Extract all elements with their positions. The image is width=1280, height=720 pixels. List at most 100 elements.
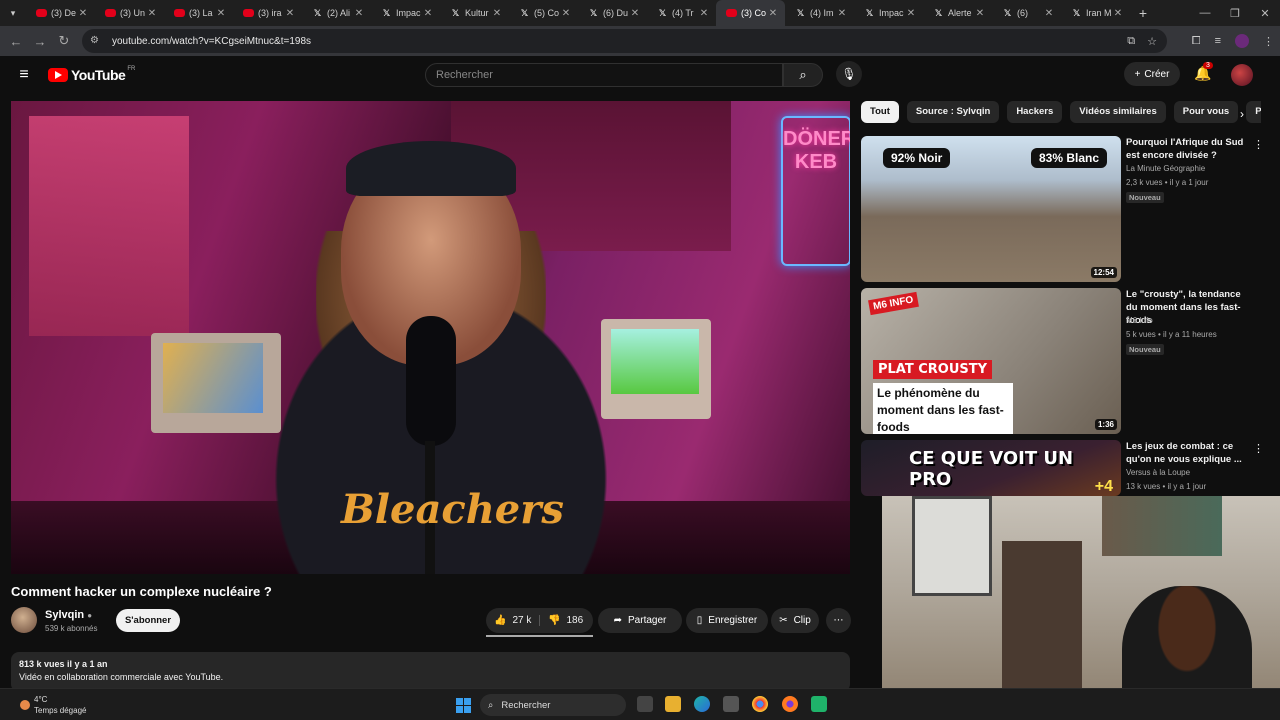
channel-avatar[interactable] <box>11 607 37 633</box>
browser-tab[interactable]: 𝕏 Iran M ✕ <box>1061 0 1130 26</box>
tab-close-icon[interactable]: ✕ <box>974 8 986 19</box>
extensions-icon[interactable]: ⧠ <box>1192 35 1201 48</box>
store-icon[interactable] <box>723 696 739 712</box>
tab-close-icon[interactable]: ✕ <box>905 8 917 19</box>
windows-start-icon[interactable] <box>456 698 471 713</box>
tab-close-icon[interactable]: ✕ <box>1112 8 1124 19</box>
browser-tab[interactable]: 𝕏 (6) ✕ <box>992 0 1061 26</box>
tab-close-icon[interactable]: ✕ <box>1043 8 1055 19</box>
profile-avatar[interactable] <box>1235 34 1249 48</box>
browser-menu-icon[interactable]: ⋮ <box>1263 35 1274 48</box>
account-avatar[interactable] <box>1231 64 1253 86</box>
video-player[interactable]: DÖNER KEB Bleachers <box>11 101 850 574</box>
filter-chip[interactable]: Pub <box>1246 101 1261 123</box>
save-button[interactable]: ▯ Enregistrer <box>686 608 768 633</box>
maximize-icon[interactable]: ❐ <box>1220 0 1250 26</box>
filter-chip[interactable]: Pour vous <box>1173 101 1239 123</box>
recommendation-channel[interactable]: M6 Info <box>1126 316 1153 325</box>
browser-tab[interactable]: 𝕏 Kultur ✕ <box>440 0 509 26</box>
search-button[interactable]: ⌕ <box>783 63 823 87</box>
task-view-icon[interactable] <box>637 696 653 712</box>
reading-list-icon[interactable]: ≡ <box>1215 35 1221 47</box>
clip-button[interactable]: ✂ Clip <box>771 608 819 633</box>
more-vertical-icon[interactable]: ⋮ <box>1253 138 1264 151</box>
file-explorer-icon[interactable] <box>665 696 681 712</box>
video-thumbnail[interactable]: CE QUE VOIT UN PRO +4 <box>861 440 1121 496</box>
share-button[interactable]: ➦ Partager <box>598 608 682 633</box>
tab-close-icon[interactable]: ✕ <box>560 8 572 19</box>
voice-search-button[interactable]: 🎙 <box>836 61 862 87</box>
more-actions-button[interactable]: ⋯ <box>826 608 851 633</box>
browser-tab[interactable]: 𝕏 Alerte ✕ <box>923 0 992 26</box>
tab-close-icon[interactable]: ✕ <box>767 8 779 19</box>
close-window-icon[interactable]: ✕ <box>1250 0 1280 26</box>
reload-icon[interactable]: ↻ <box>52 33 76 49</box>
browser-tab[interactable]: 𝕏 Impac ✕ <box>371 0 440 26</box>
subscribe-button[interactable]: S'abonner <box>116 609 180 632</box>
chrome-icon[interactable] <box>752 696 768 712</box>
subscriber-count: 539 k abonnés <box>45 624 98 633</box>
browser-tab[interactable]: 𝕏 (4) Im ✕ <box>785 0 854 26</box>
tab-label: Impac <box>396 8 421 18</box>
forward-icon[interactable]: → <box>28 34 52 49</box>
notifications-button[interactable]: 🔔 3 <box>1194 62 1213 82</box>
channel-name[interactable]: Sylvqin ● <box>45 609 92 621</box>
browser-tab[interactable]: 𝕏 Impac ✕ <box>854 0 923 26</box>
browser-tab[interactable]: (3) De ✕ <box>26 0 95 26</box>
browser-tab[interactable]: 𝕏 (4) Tr ✕ <box>647 0 716 26</box>
firefox-icon[interactable] <box>782 696 798 712</box>
back-icon[interactable]: ← <box>4 34 28 49</box>
recommendation-channel[interactable]: La Minute Géographie <box>1126 164 1205 173</box>
edge-icon[interactable] <box>694 696 710 712</box>
recommendation-item[interactable]: CE QUE VOIT UN PRO +4 Les jeux de combat… <box>861 440 1264 496</box>
tab-close-icon[interactable]: ✕ <box>77 8 89 19</box>
minimize-icon[interactable]: — <box>1190 0 1220 26</box>
tab-close-icon[interactable]: ✕ <box>491 8 503 19</box>
site-info-icon[interactable]: ⚙ <box>90 35 102 47</box>
recommendation-channel[interactable]: Versus à la Loupe <box>1126 468 1190 477</box>
address-bar[interactable]: ⚙ youtube.com/watch?v=KCgseiMtnuc&t=198s… <box>82 29 1167 53</box>
recommendation-item[interactable]: M6 INFO PLAT CROUSTY Le phénomène du mom… <box>861 288 1261 434</box>
youtube-logo[interactable]: YouTube FR <box>48 66 135 83</box>
browser-tab[interactable]: (3) ira ✕ <box>233 0 302 26</box>
chevron-right-icon[interactable]: › <box>1240 107 1244 121</box>
cast-icon[interactable]: ⧉ <box>1127 35 1135 48</box>
browser-tab[interactable]: (3) Co ✕ <box>716 0 785 26</box>
app-icon[interactable] <box>811 696 827 712</box>
search-input[interactable]: Rechercher <box>425 63 783 87</box>
new-tab-button[interactable]: + <box>1130 5 1156 21</box>
taskbar-search[interactable]: ⌕ Rechercher <box>480 694 626 716</box>
recommendation-item[interactable]: 92% Noir 83% Blanc 12:54 Pourquoi l'Afri… <box>861 136 1264 282</box>
like-button[interactable]: 👍 27 k <box>486 615 540 626</box>
browser-tab[interactable]: 𝕏 (2) Ali ✕ <box>302 0 371 26</box>
weather-widget[interactable]: 4°C Temps dégagé <box>20 694 86 716</box>
tab-close-icon[interactable]: ✕ <box>215 8 227 19</box>
tab-search-icon[interactable]: ▾ <box>0 0 26 26</box>
filter-chip[interactable]: Source : Sylvqin <box>906 101 1000 123</box>
tab-close-icon[interactable]: ✕ <box>836 8 848 19</box>
tab-close-icon[interactable]: ✕ <box>146 8 158 19</box>
recommendation-title[interactable]: Pourquoi l'Afrique du Sud est encore div… <box>1126 136 1254 162</box>
create-button[interactable]: + Créer <box>1124 62 1180 86</box>
filter-chip[interactable]: Hackers <box>1007 101 1063 123</box>
browser-tab[interactable]: (3) Un ✕ <box>95 0 164 26</box>
more-vertical-icon[interactable]: ⋮ <box>1253 442 1264 455</box>
tab-close-icon[interactable]: ✕ <box>422 8 434 19</box>
tab-close-icon[interactable]: ✕ <box>629 8 641 19</box>
filter-chip[interactable]: Tout <box>861 101 899 123</box>
tab-close-icon[interactable]: ✕ <box>284 8 296 19</box>
bookmark-star-icon[interactable]: ☆ <box>1147 35 1157 48</box>
video-description[interactable]: 813 k vues il y a 1 an Vidéo en collabor… <box>11 652 850 692</box>
filter-chip[interactable]: Vidéos similaires <box>1070 101 1166 123</box>
video-thumbnail[interactable]: 92% Noir 83% Blanc 12:54 <box>861 136 1121 282</box>
browser-tab[interactable]: 𝕏 (6) Du ✕ <box>578 0 647 26</box>
windows-taskbar: 4°C Temps dégagé ⌕ Rechercher <box>0 688 1280 720</box>
video-thumbnail[interactable]: M6 INFO PLAT CROUSTY Le phénomène du mom… <box>861 288 1121 434</box>
browser-tab[interactable]: (3) La ✕ <box>164 0 233 26</box>
menu-icon[interactable]: ≡ <box>14 65 34 85</box>
dislike-button[interactable]: 👎 186 <box>540 615 583 626</box>
tab-close-icon[interactable]: ✕ <box>698 8 710 19</box>
recommendation-title[interactable]: Les jeux de combat : ce qu'on ne vous ex… <box>1126 440 1254 466</box>
browser-tab[interactable]: 𝕏 (5) Co ✕ <box>509 0 578 26</box>
tab-close-icon[interactable]: ✕ <box>353 8 365 19</box>
